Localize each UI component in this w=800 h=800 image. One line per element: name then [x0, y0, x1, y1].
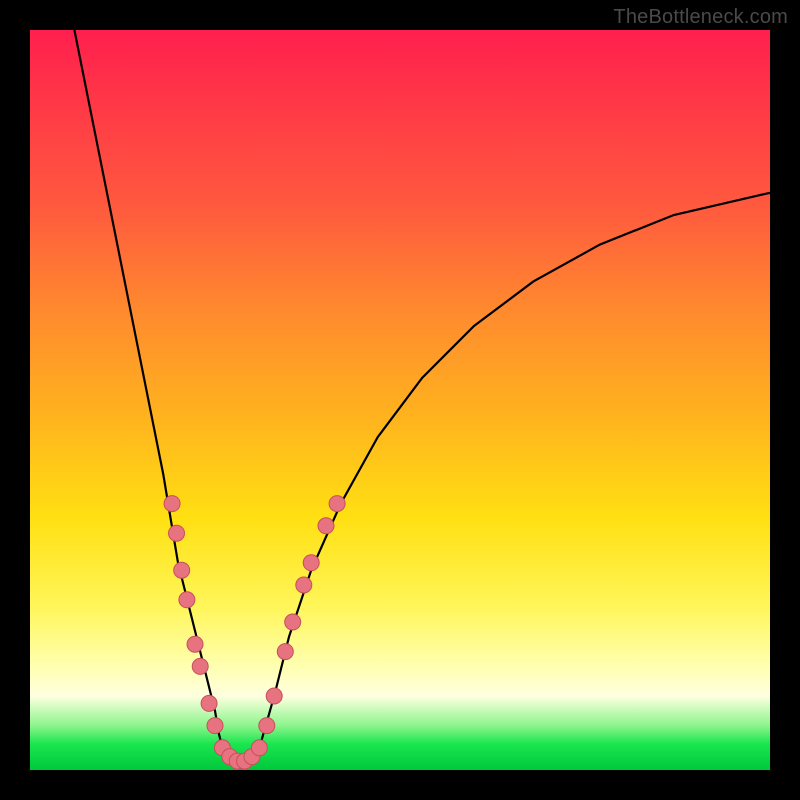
watermark-text: TheBottleneck.com	[613, 6, 788, 29]
data-marker	[179, 592, 195, 608]
data-marker	[318, 518, 334, 534]
chart-frame: TheBottleneck.com	[0, 0, 800, 800]
data-marker	[207, 718, 223, 734]
data-marker	[164, 496, 180, 512]
data-marker	[285, 614, 301, 630]
data-marker	[169, 525, 185, 541]
curve-svg	[30, 30, 770, 770]
data-marker	[329, 496, 345, 512]
data-marker	[259, 718, 275, 734]
plot-area	[30, 30, 770, 770]
data-marker	[296, 577, 312, 593]
bottleneck-curve-right	[259, 193, 770, 748]
data-marker	[192, 658, 208, 674]
marker-group	[164, 496, 345, 770]
data-marker	[201, 695, 217, 711]
data-marker	[303, 555, 319, 571]
data-marker	[187, 636, 203, 652]
data-marker	[266, 688, 282, 704]
data-marker	[174, 562, 190, 578]
data-marker	[277, 644, 293, 660]
data-marker	[251, 740, 267, 756]
